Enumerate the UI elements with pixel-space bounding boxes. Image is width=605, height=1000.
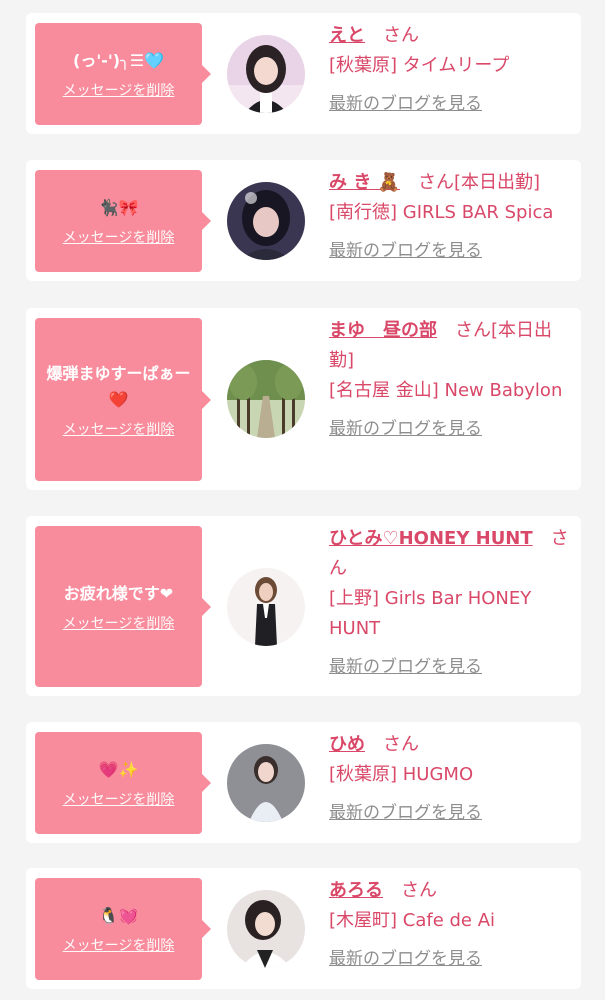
cast-name-link[interactable]: ひめ <box>329 734 365 755</box>
delete-message-link[interactable]: メッセージを削除 <box>63 227 175 247</box>
latest-blog-link[interactable]: 最新のブログを見る <box>329 89 482 119</box>
cast-card: 爆弾まゆすーぱぁー❤️ メッセージを削除 まゆ 昼の部 さん[本日出勤] [名古屋… <box>26 308 581 490</box>
avatar[interactable] <box>227 890 305 968</box>
shop-name: [秋葉原] HUGMO <box>329 764 474 785</box>
cast-info: あろる さん [木屋町] Cafe de Ai 最新のブログを見る <box>329 876 571 974</box>
honorific: さん <box>383 25 419 46</box>
cast-info: み き 🧸 さん[本日出勤] [南行徳] GIRLS BAR Spica 最新のブ… <box>329 168 571 266</box>
avatar[interactable] <box>227 35 305 113</box>
latest-blog-link[interactable]: 最新のブログを見る <box>329 944 482 974</box>
avatar[interactable] <box>227 568 305 646</box>
delete-message-link[interactable]: メッセージを削除 <box>63 419 175 439</box>
girl-photo-icon <box>227 890 305 968</box>
honorific: さん <box>401 880 437 901</box>
cast-card: 🐧💓 メッセージを削除 あろる さん [木屋町] Cafe de Ai 最新のブロ… <box>26 868 581 989</box>
message-bubble: 🐈‍⬛🎀 メッセージを削除 <box>35 170 211 272</box>
delete-message-link[interactable]: メッセージを削除 <box>63 613 175 633</box>
cast-card: 🐈‍⬛🎀 メッセージを削除 み き 🧸 さん[本日出勤] [南行徳] GIRLS … <box>26 160 581 281</box>
shop-name: [上野] Girls Bar HONEY HUNT <box>329 588 532 639</box>
message-text: 爆弾まゆすーぱぁー❤️ <box>46 363 191 409</box>
cast-info: えと さん [秋葉原] タイムリープ 最新のブログを見る <box>329 21 571 119</box>
cast-info: ひとみ♡HONEY HUNT さん [上野] Girls Bar HONEY HU… <box>329 524 571 682</box>
latest-blog-link[interactable]: 最新のブログを見る <box>329 414 482 444</box>
cast-card: (っ'-')╮☰🩵 メッセージを削除 えと さん [秋葉原] タイムリープ 最新の… <box>26 13 581 134</box>
message-bubble: 🐧💓 メッセージを削除 <box>35 878 211 980</box>
shop-name: [南行徳] GIRLS BAR Spica <box>329 202 554 223</box>
girl-photo-icon <box>227 568 305 646</box>
message-text: お疲れ様です❤ <box>63 583 174 603</box>
cast-info: ひめ さん [秋葉原] HUGMO 最新のブログを見る <box>329 730 571 828</box>
message-bubble: (っ'-')╮☰🩵 メッセージを削除 <box>35 23 211 125</box>
tree-photo-icon <box>227 360 305 438</box>
delete-message-link[interactable]: メッセージを削除 <box>63 789 175 809</box>
avatar[interactable] <box>227 744 305 822</box>
honorific: さん <box>455 320 491 341</box>
cast-name-link[interactable]: えと <box>329 25 365 46</box>
delete-message-link[interactable]: メッセージを削除 <box>63 80 175 100</box>
message-text: 🐧💓 <box>98 906 139 925</box>
honorific: さん <box>417 172 454 193</box>
avatar[interactable] <box>227 182 305 260</box>
cast-card: お疲れ様です❤ メッセージを削除 ひとみ♡HONEY HUNT さん [上野] G… <box>26 516 581 696</box>
message-text: 💗✨ <box>98 760 139 779</box>
message-text: 🐈‍⬛🎀 <box>98 198 139 217</box>
message-text: (っ'-')╮☰🩵 <box>73 51 164 70</box>
girl-photo-icon <box>227 182 305 260</box>
message-bubble: お疲れ様です❤ メッセージを削除 <box>35 526 211 687</box>
latest-blog-link[interactable]: 最新のブログを見る <box>329 652 482 682</box>
delete-message-link[interactable]: メッセージを削除 <box>63 935 175 955</box>
latest-blog-link[interactable]: 最新のブログを見る <box>329 798 482 828</box>
cast-name-link[interactable]: まゆ 昼の部 <box>329 320 437 341</box>
cast-name-link[interactable]: あろる <box>329 880 383 901</box>
shop-name: [木屋町] Cafe de Ai <box>329 910 496 931</box>
shop-name: [秋葉原] タイムリープ <box>329 55 510 76</box>
girl-photo-icon <box>227 744 305 822</box>
latest-blog-link[interactable]: 最新のブログを見る <box>329 236 482 266</box>
message-bubble: 爆弾まゆすーぱぁー❤️ メッセージを削除 <box>35 318 211 481</box>
cast-name-link[interactable]: ひとみ♡HONEY HUNT <box>329 528 533 549</box>
work-status: [本日出勤] <box>453 172 540 193</box>
shop-name: [名古屋 金山] New Babylon <box>329 380 563 401</box>
cast-name-link[interactable]: み き 🧸 <box>329 172 400 193</box>
message-bubble: 💗✨ メッセージを削除 <box>35 732 211 834</box>
cast-card: 💗✨ メッセージを削除 ひめ さん [秋葉原] HUGMO 最新のブログを見る <box>26 722 581 843</box>
honorific: さん <box>383 734 419 755</box>
cast-info: まゆ 昼の部 さん[本日出勤] [名古屋 金山] New Babylon 最新のブ… <box>329 316 571 444</box>
girl-photo-icon <box>227 35 305 113</box>
avatar[interactable] <box>227 360 305 438</box>
